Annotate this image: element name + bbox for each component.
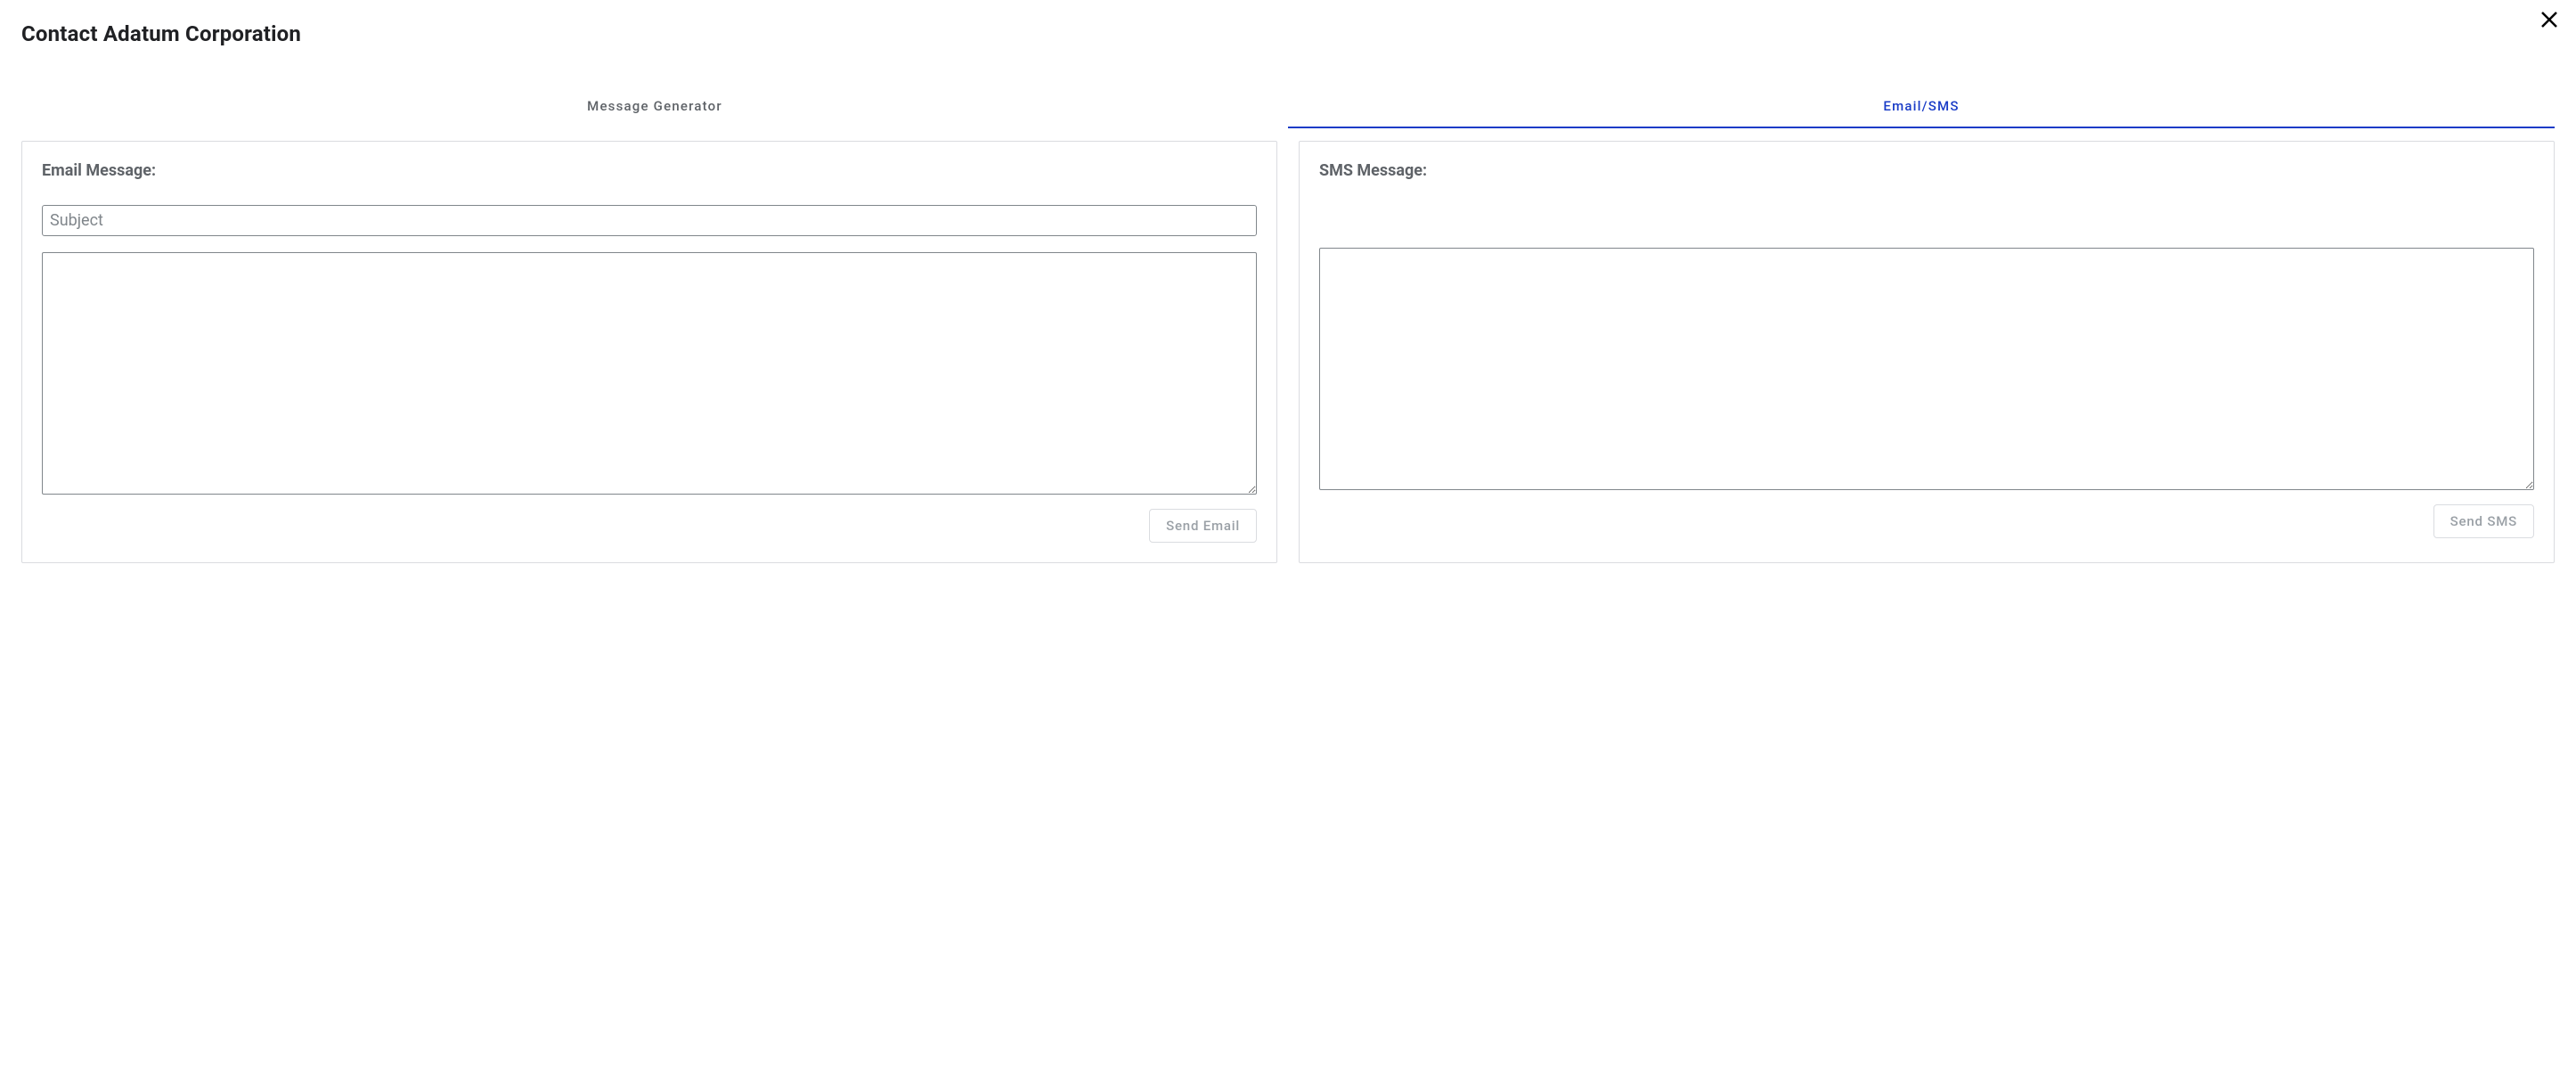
close-icon — [2539, 9, 2560, 30]
email-panel-label: Email Message: — [42, 161, 1257, 180]
tabs-row: Message Generator Email/SMS — [21, 89, 2555, 128]
email-subject-input[interactable] — [42, 205, 1257, 236]
close-button[interactable] — [2535, 5, 2564, 34]
sms-panel: SMS Message: Send SMS — [1299, 141, 2555, 563]
panels-row: Email Message: Send Email SMS Message: S… — [0, 128, 2576, 585]
send-email-button[interactable]: Send Email — [1149, 509, 1257, 543]
send-sms-button[interactable]: Send SMS — [2433, 504, 2534, 538]
page-title: Contact Adatum Corporation — [0, 0, 2576, 46]
email-send-row: Send Email — [42, 509, 1257, 543]
email-body-textarea[interactable] — [42, 252, 1257, 495]
email-panel: Email Message: Send Email — [21, 141, 1277, 563]
sms-panel-label: SMS Message: — [1319, 161, 2534, 180]
tab-message-generator[interactable]: Message Generator — [21, 89, 1288, 128]
sms-body-textarea[interactable] — [1319, 248, 2534, 490]
tab-email-sms[interactable]: Email/SMS — [1288, 89, 2555, 128]
sms-send-row: Send SMS — [1319, 504, 2534, 538]
